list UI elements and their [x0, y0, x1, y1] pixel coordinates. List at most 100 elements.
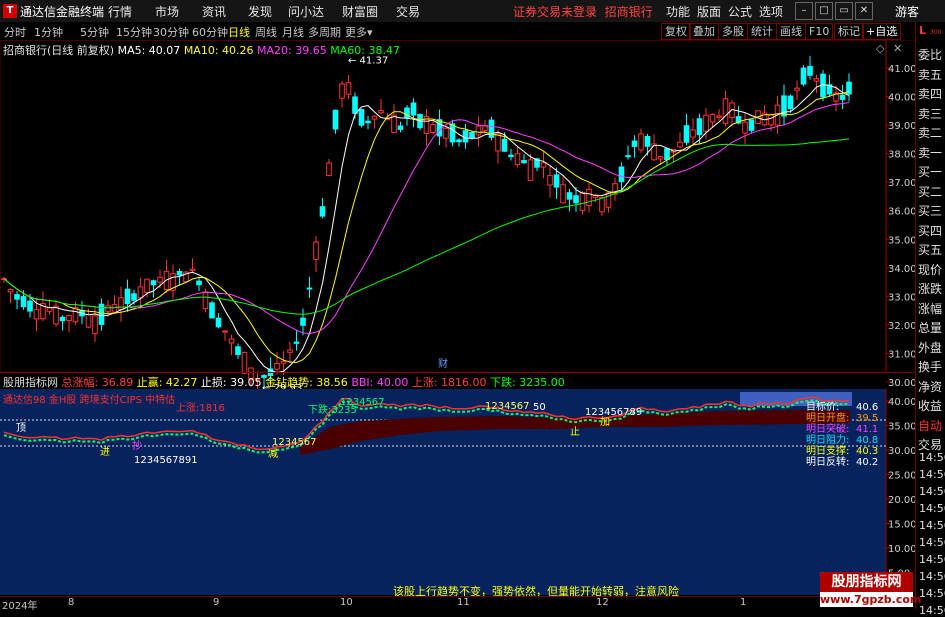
- tf-fenshi[interactable]: 分时: [4, 24, 26, 40]
- candle-body: [163, 271, 170, 291]
- menu-caifuquan[interactable]: 财富圈: [342, 3, 378, 20]
- sidebar-item-2[interactable]: 卖四: [918, 87, 942, 101]
- tf-daily[interactable]: 日线: [228, 24, 250, 40]
- zongzhangfu-label: 总涨幅: 36.89: [61, 376, 134, 389]
- candle-body: [748, 119, 755, 131]
- candlestick-chart[interactable]: 41.00 40.00 39.00 38.00 37.00 36.00 35.00 34.00…: [0, 40, 915, 389]
- huaxian-button[interactable]: 画线: [776, 23, 806, 40]
- right-label-5: 明日反转:: [806, 455, 849, 468]
- tf-15min[interactable]: 15分钟: [116, 24, 152, 40]
- sidebar-item-20[interactable]: 交易: [918, 438, 942, 452]
- sidebar-item-10[interactable]: 买五: [918, 243, 942, 257]
- sub-y-label: 10.00: [888, 544, 915, 555]
- sub-y-label: 15.00: [888, 520, 915, 531]
- sidebar-item-0[interactable]: 委比: [918, 48, 942, 62]
- guest-user[interactable]: 游客: [895, 3, 919, 20]
- sidebar-item-17[interactable]: 净资: [918, 380, 942, 394]
- f10-button[interactable]: F10: [805, 23, 834, 40]
- menu-wenxiaoda[interactable]: 问小达: [288, 3, 324, 20]
- candle-body: [722, 98, 729, 124]
- watermark-title: 股朋指标网: [820, 572, 913, 592]
- ma60-line: [3, 138, 850, 315]
- menu-gongshi[interactable]: 公式: [728, 3, 752, 20]
- time-label-2: 14:56: [919, 485, 945, 498]
- candle-body: [631, 140, 638, 147]
- candle-body: [365, 120, 371, 124]
- trade-login-notice[interactable]: 证券交易未登录 招商银行: [513, 3, 653, 20]
- candle-body: [579, 192, 586, 211]
- candle-body: [560, 184, 566, 204]
- sidebar-item-12[interactable]: 涨跌: [918, 282, 942, 296]
- menu-faxian[interactable]: 发现: [248, 3, 272, 20]
- jian-marker: 减: [268, 448, 278, 460]
- candle-body: [553, 174, 560, 188]
- cai-marker: 财: [438, 357, 448, 370]
- menu-banmian[interactable]: 版面: [697, 3, 721, 20]
- candle-body: [280, 360, 287, 364]
- tf-30min[interactable]: 30分钟: [153, 24, 189, 40]
- x-label-11: 11: [457, 597, 470, 608]
- sidebar-item-3[interactable]: 卖三: [918, 107, 942, 121]
- duogu-button[interactable]: 多股: [718, 23, 748, 40]
- tf-60min[interactable]: 60分钟: [192, 24, 228, 40]
- menu-jiaoyi[interactable]: 交易: [396, 3, 420, 20]
- candle-body: [664, 148, 670, 161]
- menu-gongneng[interactable]: 功能: [666, 3, 690, 20]
- candle-body: [352, 96, 358, 114]
- sidebar-item-14[interactable]: 总量: [918, 321, 942, 335]
- tf-5min[interactable]: 5分钟: [80, 24, 109, 40]
- diejia-button[interactable]: 叠加: [689, 23, 719, 40]
- sidebar-item-4[interactable]: 卖二: [918, 126, 942, 140]
- plot-frame: [0, 40, 887, 373]
- sidebar-item-15[interactable]: 外盘: [918, 341, 942, 355]
- sidebar-item-9[interactable]: 买四: [918, 224, 942, 238]
- candle-body: [521, 160, 527, 164]
- candle-body: [59, 316, 66, 322]
- menu-hangqing[interactable]: 行情: [108, 3, 132, 20]
- sidebar-item-13[interactable]: 涨幅: [918, 302, 942, 316]
- tongji-button[interactable]: 统计: [747, 23, 777, 40]
- menu-zixun[interactable]: 资讯: [202, 3, 226, 20]
- add-watchlist-button[interactable]: +自选: [862, 23, 902, 40]
- candle-body: [566, 192, 573, 200]
- indicator-chart[interactable]: 40.0035.0030.0025.0020.0015.0010.005.00上…: [0, 389, 915, 595]
- maximize-icon[interactable]: □: [815, 2, 833, 20]
- close-icon[interactable]: ✕: [855, 2, 873, 20]
- menu-shichang[interactable]: 市场: [155, 3, 179, 20]
- sidebar-item-8[interactable]: 买三: [918, 204, 942, 218]
- tf-more[interactable]: 更多▾: [345, 24, 373, 40]
- tf-monthly[interactable]: 月线: [282, 24, 304, 40]
- sidebar-item-11[interactable]: 现价: [918, 263, 942, 277]
- minimize-icon[interactable]: –: [795, 2, 813, 20]
- sidebar-item-16[interactable]: 换手: [918, 360, 942, 374]
- candle-body: [176, 271, 183, 276]
- sidebar-item-7[interactable]: 买二: [918, 185, 942, 199]
- candle-body: [332, 109, 339, 130]
- candle-body: [599, 197, 605, 213]
- tf-weekly[interactable]: 周线: [255, 24, 277, 40]
- restore-icon[interactable]: ▭: [835, 2, 853, 20]
- sidebar-item-1[interactable]: 卖五: [918, 68, 942, 82]
- candle-body: [547, 175, 553, 186]
- menu-xuanxiang[interactable]: 选项: [759, 3, 783, 20]
- fuquan-button[interactable]: 复权: [661, 23, 691, 40]
- jinqu-label: 金钻趋势: 38.56: [265, 376, 348, 389]
- sidebar-item-5[interactable]: 卖一: [918, 146, 942, 160]
- candle-body: [131, 293, 137, 301]
- sidebar-item-18[interactable]: 收益: [918, 399, 942, 413]
- candle-body: [300, 317, 306, 326]
- app-logo-icon: T: [3, 4, 17, 18]
- sidebar-item-6[interactable]: 买一: [918, 165, 942, 179]
- biaoji-button[interactable]: 标记: [834, 23, 864, 40]
- candle-body: [196, 280, 202, 286]
- sidebar-item-19[interactable]: 自动: [918, 419, 942, 433]
- seq-label-3: 1234567: [340, 397, 385, 408]
- right-val-5: 40.2: [856, 457, 878, 468]
- candle-body: [215, 317, 222, 328]
- right-val-2: 41.1: [856, 424, 878, 435]
- candle-body: [794, 87, 800, 91]
- tf-1min[interactable]: 1分钟: [34, 24, 63, 40]
- candle-body: [293, 341, 300, 344]
- tf-multi[interactable]: 多周期: [308, 24, 341, 40]
- indicator-name[interactable]: 股朋指标网: [3, 376, 58, 389]
